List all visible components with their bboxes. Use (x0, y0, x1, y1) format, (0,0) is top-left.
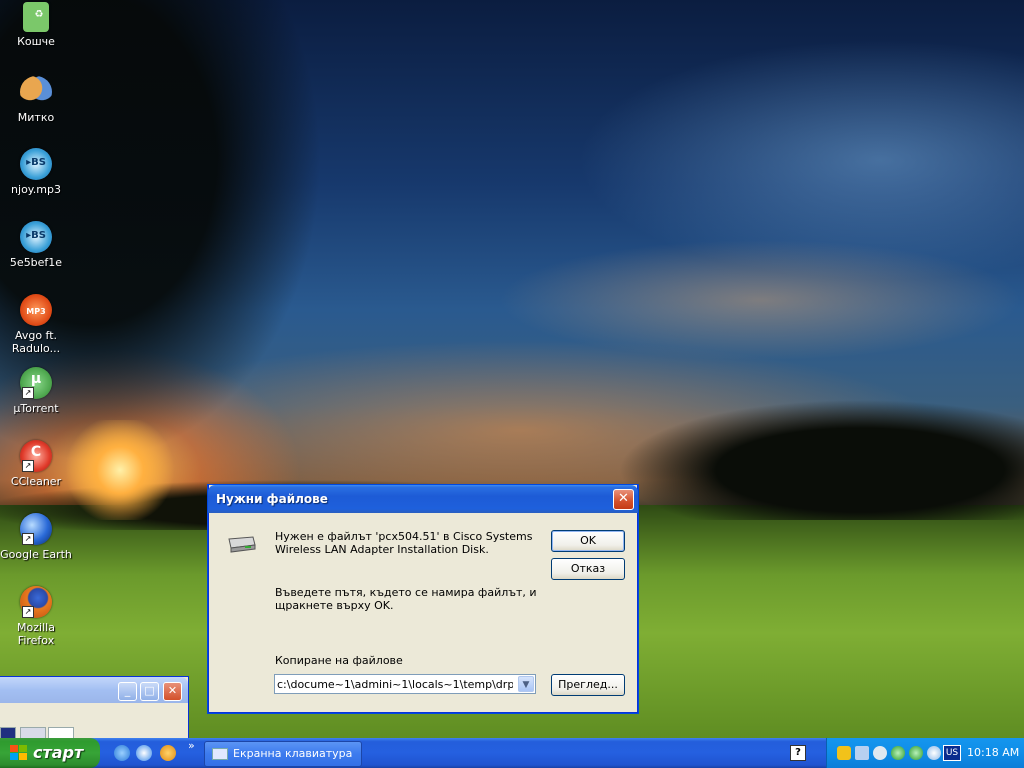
user-folder-icon (20, 76, 52, 108)
bs-player-icon: ▸BS (20, 148, 52, 180)
on-screen-keyboard-window[interactable]: _ □ ✕ (0, 676, 189, 743)
network-icon[interactable] (855, 746, 869, 760)
minimize-button[interactable]: _ (118, 682, 137, 701)
desktop-icon-label: Mozilla Firefox (17, 621, 55, 647)
mp3-file-icon: MP3 (20, 294, 52, 326)
desktop-icon-label: Митко (17, 111, 55, 124)
window-title-bar[interactable]: _ □ ✕ (0, 677, 188, 703)
desktop-icon-label: njoy.mp3 (11, 183, 61, 196)
taskbar-item-on-screen-keyboard[interactable]: Екранна клавиатура (204, 741, 362, 767)
shortcut-arrow-icon: ↗ (22, 533, 34, 545)
status-green-icon[interactable] (909, 746, 923, 760)
chevron-down-icon[interactable]: ▼ (518, 676, 534, 692)
firefox-icon: ↗ (20, 586, 52, 618)
dialog-instruction-line: щракнете върху OK. (275, 599, 394, 612)
start-button[interactable]: старт (0, 738, 100, 768)
disk-drive-icon (228, 536, 256, 553)
desktop-icon-5e5bef1e[interactable]: ▸BS 5e5bef1e (0, 221, 72, 269)
internet-explorer-icon[interactable] (114, 745, 130, 761)
dialog-close-button[interactable]: ✕ (613, 489, 634, 510)
clock[interactable]: 10:18 AM (967, 746, 1019, 759)
dialog-title: Нужни файлове (216, 492, 328, 506)
shortcut-arrow-icon: ↗ (22, 460, 34, 472)
shortcut-arrow-icon: ↗ (22, 606, 34, 618)
wallpaper-treeline (600, 390, 1024, 520)
status-green-icon[interactable] (891, 746, 905, 760)
security-shield-icon[interactable] (837, 746, 851, 760)
shortcut-arrow-icon: ↗ (22, 387, 34, 399)
avast-icon[interactable] (160, 745, 176, 761)
dialog-title-bar[interactable]: Нужни файлове ✕ (208, 485, 638, 513)
recycle-bin-icon: ♻ (23, 2, 49, 32)
ie-quicklaunch-icon[interactable] (136, 745, 152, 761)
windows-logo-icon (10, 745, 27, 760)
path-input[interactable] (277, 677, 513, 691)
keyboard-icon (212, 748, 228, 760)
desktop-icon-utorrent[interactable]: µ ↗ µTorrent (0, 367, 72, 415)
wallpaper-sun (60, 420, 180, 520)
desktop-icon-label: Avgo ft. Radulo... (11, 329, 61, 355)
taskbar-item-label: Екранна клавиатура (233, 747, 353, 760)
desktop-icon-label: µTorrent (13, 402, 59, 415)
desktop-icon-avgo-mp3[interactable]: MP3 Avgo ft. Radulo... (0, 294, 72, 355)
dialog-instruction-line: Въведете пътя, където се намира файлът, … (275, 586, 537, 599)
ccleaner-icon: C ↗ (20, 440, 52, 472)
utorrent-icon: µ ↗ (20, 367, 52, 399)
maximize-button[interactable]: □ (140, 682, 159, 701)
copy-files-label: Копиране на файлове (275, 654, 403, 667)
dialog-message-line: Нужен е файлът 'pcx504.51' в Cisco Syste… (275, 530, 533, 543)
desktop-icon-label: Кошче (17, 35, 55, 48)
quicklaunch-chevron[interactable]: » (188, 739, 195, 752)
taskbar: старт » Екранна клавиатура ? US 10:18 AM (0, 738, 1024, 768)
desktop-icon-google-earth[interactable]: ↗ Google Earth (0, 513, 72, 561)
close-button[interactable]: ✕ (163, 682, 182, 701)
desktop-icon-label: CCleaner (10, 475, 62, 488)
desktop-icon-label: 5e5bef1e (9, 256, 63, 269)
ok-button[interactable]: OK (551, 530, 625, 552)
desktop-icon-firefox[interactable]: ↗ Mozilla Firefox (0, 586, 72, 647)
start-label: старт (33, 743, 84, 762)
language-indicator[interactable]: US (943, 745, 961, 761)
help-icon[interactable]: ? (790, 745, 806, 761)
desktop-icon-user-folder[interactable]: Митко (0, 76, 72, 124)
path-combobox[interactable]: ▼ (274, 674, 536, 694)
files-needed-dialog: Нужни файлове ✕ Нужен е файлът 'pcx504.5… (208, 485, 638, 713)
system-tray: US 10:18 AM (826, 738, 1024, 768)
updates-icon[interactable] (927, 746, 941, 760)
browse-button[interactable]: Преглед... (551, 674, 625, 696)
bs-player-icon: ▸BS (20, 221, 52, 253)
desktop-icon-ccleaner[interactable]: C ↗ CCleaner (0, 440, 72, 488)
dialog-message-line: Wireless LAN Adapter Installation Disk. (275, 543, 489, 556)
cancel-button[interactable]: Отказ (551, 558, 625, 580)
desktop-icon-njoy[interactable]: ▸BS njoy.mp3 (0, 148, 72, 196)
wireless-icon[interactable] (873, 746, 887, 760)
desktop-icon-label: Google Earth (0, 548, 72, 561)
desktop-icon-recycle-bin[interactable]: ♻ Кошче (0, 2, 72, 48)
google-earth-icon: ↗ (20, 513, 52, 545)
